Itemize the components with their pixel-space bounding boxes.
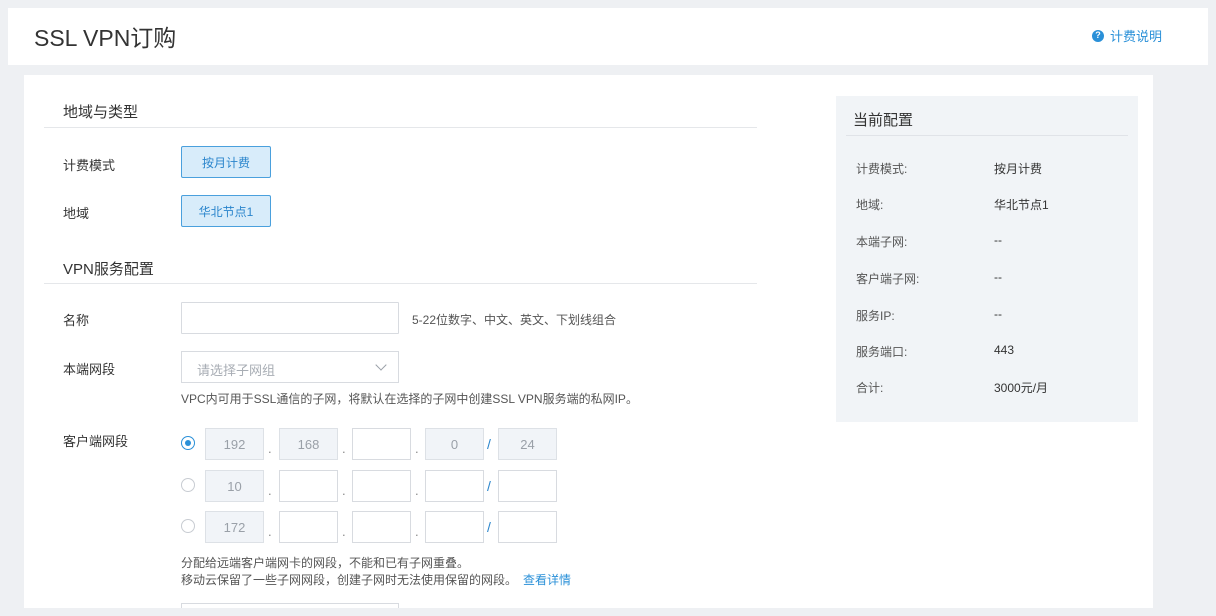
client-octet-1: 172	[205, 511, 264, 543]
client-mask-input[interactable]	[498, 470, 557, 502]
client-octet-4-input[interactable]	[425, 470, 484, 502]
client-octet-2-input[interactable]	[279, 470, 338, 502]
summary-value-service-ip: --	[994, 307, 1002, 321]
current-config-title: 当前配置	[853, 112, 914, 129]
name-hint: 5-22位数字、中文、英文、下划线组合	[412, 313, 617, 327]
local-subnet-hint: VPC内可用于SSL通信的子网，将默认在选择的子网中创建SSL VPN服务端的私…	[181, 392, 638, 406]
dot-separator: .	[415, 483, 419, 498]
local-subnet-placeholder: 请选择子网组	[197, 363, 276, 378]
name-input[interactable]	[181, 302, 399, 334]
client-octet-1: 10	[205, 470, 264, 502]
summary-label-client-subnet: 客户端子网:	[856, 272, 920, 286]
client-subnet-radio-172[interactable]	[181, 519, 195, 533]
client-subnet-hint: 分配给远端客户端网卡的网段，不能和已有子网重叠。	[181, 556, 470, 570]
client-octet-4-input[interactable]	[425, 511, 484, 543]
billing-mode-label: 计费模式	[63, 158, 116, 173]
question-circle-icon: ?	[1091, 29, 1104, 42]
summary-value-total: 3000元/月	[994, 381, 1049, 395]
summary-label-service-port: 服务端口:	[856, 345, 908, 359]
local-subnet-select[interactable]: 请选择子网组	[181, 351, 399, 383]
dot-separator: .	[268, 483, 272, 498]
chevron-down-icon	[375, 359, 387, 371]
divider	[44, 127, 757, 128]
view-details-link[interactable]: 查看详情	[523, 573, 571, 587]
mask-slash: /	[487, 478, 491, 494]
dot-separator: .	[268, 524, 272, 539]
header-gap	[8, 65, 1208, 75]
client-octet-2-input[interactable]	[279, 511, 338, 543]
billing-help-label: 计费说明	[1109, 29, 1162, 44]
client-subnet-radio-192[interactable]	[181, 436, 195, 450]
local-subnet-label: 本端网段	[63, 362, 116, 377]
region-label: 地域	[63, 206, 90, 221]
client-mask: 24	[498, 428, 557, 460]
summary-label-total: 合计:	[856, 381, 884, 395]
summary-value-region: 华北节点1	[994, 198, 1049, 212]
client-octet-4: 0	[425, 428, 484, 460]
client-reserved-text: 移动云保留了一些子网网段，创建子网时无法使用保留的网段。	[181, 573, 518, 587]
summary-label-region: 地域:	[856, 198, 884, 212]
section-title-region: 地域与类型	[63, 104, 139, 121]
dot-separator: .	[342, 524, 346, 539]
billing-monthly-option[interactable]: 按月计费	[181, 146, 271, 178]
client-mask-input[interactable]	[498, 511, 557, 543]
page-header: SSL VPN订购 ? 计费说明	[8, 8, 1208, 65]
summary-label-local-subnet: 本端子网:	[856, 235, 908, 249]
dot-separator: .	[342, 483, 346, 498]
summary-value-local-subnet: --	[994, 233, 1002, 247]
mask-slash: /	[487, 436, 491, 452]
divider	[44, 283, 757, 284]
page-title: SSL VPN订购	[34, 25, 177, 51]
client-subnet-label: 客户端网段	[63, 434, 129, 449]
client-octet-2: 168	[279, 428, 338, 460]
mask-slash: /	[487, 519, 491, 535]
client-octet-1: 192	[205, 428, 264, 460]
summary-label-billing: 计费模式:	[856, 162, 908, 176]
summary-value-client-subnet: --	[994, 270, 1002, 284]
summary-label-service-ip: 服务IP:	[856, 309, 895, 323]
billing-help-link[interactable]: ? 计费说明	[1091, 26, 1162, 45]
client-octet-3-input[interactable]	[352, 511, 411, 543]
dot-separator: .	[342, 441, 346, 456]
summary-value-billing: 按月计费	[994, 162, 1043, 176]
client-octet-3-input[interactable]	[352, 470, 411, 502]
dot-separator: .	[415, 441, 419, 456]
next-field-input[interactable]	[181, 603, 399, 608]
name-label: 名称	[63, 313, 90, 328]
order-form-panel: 地域与类型 计费模式 按月计费 地域 华北节点1 VPN服务配置 名称 5-22…	[24, 75, 1153, 608]
client-octet-3-input[interactable]	[352, 428, 411, 460]
region-north-china-1-option[interactable]: 华北节点1	[181, 195, 271, 227]
current-config-panel: 当前配置 计费模式: 按月计费 地域: 华北节点1 本端子网: -- 客户端子网…	[836, 96, 1138, 422]
section-title-vpn: VPN服务配置	[63, 261, 154, 278]
client-subnet-radio-10[interactable]	[181, 478, 195, 492]
dot-separator: .	[268, 441, 272, 456]
dot-separator: .	[415, 524, 419, 539]
divider	[846, 135, 1128, 136]
client-subnet-reserved-hint: 移动云保留了一些子网网段，创建子网时无法使用保留的网段。 查看详情	[181, 571, 571, 588]
summary-value-service-port: 443	[994, 343, 1015, 357]
